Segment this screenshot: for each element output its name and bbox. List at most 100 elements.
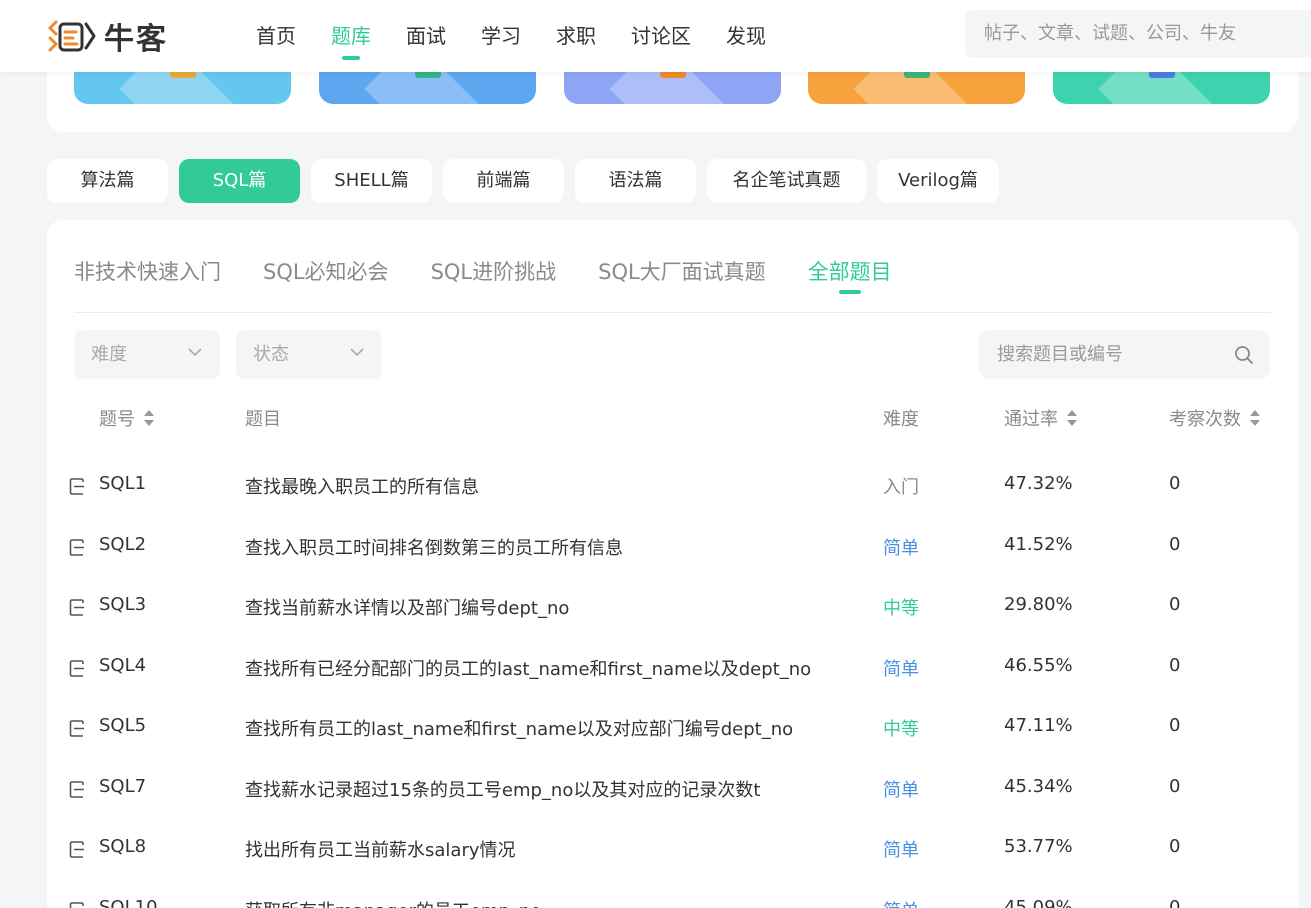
question-number: SQL8 <box>99 836 147 857</box>
question-title[interactable]: 查找入职员工时间排名倒数第三的员工所有信息 <box>245 534 623 560</box>
category-algorithm[interactable]: 算法篇 <box>47 159 168 203</box>
tab-all-questions[interactable]: 全部题目 <box>808 256 892 294</box>
tab-sql-must-know[interactable]: SQL必知必会 <box>263 256 389 292</box>
exam-count: 0 <box>1169 836 1181 857</box>
sort-icon[interactable] <box>1249 409 1261 427</box>
pass-rate: 45.34% <box>1004 775 1073 797</box>
exam-count: 0 <box>1169 896 1181 908</box>
chevron-down-icon <box>350 348 364 357</box>
difficulty-label: 简单 <box>883 537 919 559</box>
exam-count: 0 <box>1169 775 1181 797</box>
document-icon <box>69 720 84 737</box>
document-icon <box>69 538 84 556</box>
header-exam-count[interactable]: 考察次数 <box>1169 405 1261 431</box>
question-number: SQL5 <box>99 715 147 736</box>
exam-count: 0 <box>1169 533 1181 555</box>
table-row[interactable]: SQL8 找出所有员工当前薪水salary情况 简单 53.77% 0 <box>47 819 1298 879</box>
pass-rate: 46.55% <box>1004 654 1073 676</box>
difficulty-label: 入门 <box>883 477 919 498</box>
logo-mark-icon <box>48 20 96 52</box>
header-number[interactable]: 题号 <box>99 405 155 431</box>
question-title[interactable]: 查找所有已经分配部门的员工的last_name和first_name以及dept… <box>245 655 811 681</box>
header-title-label: 题目 <box>245 409 281 430</box>
document-icon <box>69 478 84 495</box>
tab-non-tech-intro[interactable]: 非技术快速入门 <box>74 256 221 292</box>
question-number: SQL1 <box>99 473 147 494</box>
difficulty-label: 中等 <box>883 719 919 740</box>
table-row[interactable]: SQL10 获取所有非manager的员工emp_no 简单 45.09% 0 <box>47 880 1298 908</box>
question-title[interactable]: 查找最晚入职员工的所有信息 <box>245 473 479 499</box>
pass-rate: 47.32% <box>1004 473 1073 494</box>
header-pass-rate[interactable]: 通过率 <box>1004 405 1078 431</box>
nav-discussion[interactable]: 讨论区 <box>631 0 691 72</box>
status-select-label: 状态 <box>253 344 289 365</box>
exam-count: 0 <box>1169 715 1181 736</box>
difficulty-label: 简单 <box>883 658 919 680</box>
question-title[interactable]: 获取所有非manager的员工emp_no <box>245 897 541 908</box>
document-icon <box>69 901 84 908</box>
nav-jobs[interactable]: 求职 <box>556 0 596 72</box>
nav-learn[interactable]: 学习 <box>481 0 521 72</box>
question-title[interactable]: 查找当前薪水详情以及部门编号dept_no <box>245 594 569 620</box>
table-row[interactable]: SQL2 查找入职员工时间排名倒数第三的员工所有信息 简单 41.52% 0 <box>47 517 1298 577</box>
question-number: SQL3 <box>99 594 147 615</box>
sort-icon[interactable] <box>1066 409 1078 427</box>
question-number: SQL2 <box>99 533 147 555</box>
category-sql[interactable]: SQL篇 <box>179 159 300 203</box>
pass-rate: 47.11% <box>1004 715 1073 736</box>
question-number: SQL10 <box>99 896 158 908</box>
difficulty-label: 中等 <box>883 598 919 619</box>
sub-tabs: 非技术快速入门 SQL必知必会 SQL进阶挑战 SQL大厂面试真题 全部题目 <box>74 256 1271 313</box>
table-row[interactable]: SQL7 查找薪水记录超过15条的员工号emp_no以及其对应的记录次数t 简单 45… <box>47 759 1298 819</box>
table-row[interactable]: SQL5 查找所有员工的last_name和first_name以及对应部门编号d… <box>47 698 1298 758</box>
nav-interview[interactable]: 面试 <box>406 0 446 72</box>
exam-count: 0 <box>1169 594 1181 615</box>
status-select[interactable]: 状态 <box>236 330 382 379</box>
table-row[interactable]: SQL4 查找所有已经分配部门的员工的last_name和first_name以及… <box>47 638 1298 698</box>
question-search-placeholder: 搜索题目或编号 <box>997 344 1123 365</box>
question-title[interactable]: 查找薪水记录超过15条的员工号emp_no以及其对应的记录次数t <box>245 776 760 802</box>
question-title[interactable]: 查找所有员工的last_name和first_name以及对应部门编号dept_… <box>245 715 793 741</box>
tab-sql-big-company[interactable]: SQL大厂面试真题 <box>598 256 766 292</box>
category-verilog[interactable]: Verilog篇 <box>877 159 999 203</box>
table-row[interactable]: SQL3 查找当前薪水详情以及部门编号dept_no 中等 29.80% 0 <box>47 577 1298 637</box>
question-search-input[interactable]: 搜索题目或编号 <box>979 330 1270 379</box>
difficulty-select[interactable]: 难度 <box>74 330 220 379</box>
table-row[interactable]: SQL1 查找最晚入职员工的所有信息 入门 47.32% 0 <box>47 456 1298 516</box>
sort-icon[interactable] <box>143 409 155 427</box>
exam-count: 0 <box>1169 473 1181 494</box>
category-shell[interactable]: SHELL篇 <box>311 159 432 203</box>
nav-home[interactable]: 首页 <box>256 0 296 72</box>
tab-sql-advanced[interactable]: SQL进阶挑战 <box>431 256 557 292</box>
nav-discover[interactable]: 发现 <box>726 0 766 72</box>
header-difficulty-label: 难度 <box>883 409 919 430</box>
document-icon <box>69 659 84 677</box>
question-number: SQL7 <box>99 775 147 797</box>
chevron-down-icon <box>188 348 202 357</box>
document-icon <box>69 780 84 798</box>
header-difficulty: 难度 <box>883 405 919 431</box>
nav-question-bank[interactable]: 题库 <box>331 0 371 72</box>
nowcoder-logo[interactable]: 牛客 <box>46 14 168 58</box>
top-header: 牛客 首页 题库 面试 学习 求职 讨论区 发现 帖子、文章、试题、公司、牛友 <box>0 0 1311 72</box>
question-title[interactable]: 找出所有员工当前薪水salary情况 <box>245 836 516 862</box>
header-pass-rate-label: 通过率 <box>1004 409 1058 430</box>
search-icon[interactable] <box>1234 345 1254 365</box>
header-exam-count-label: 考察次数 <box>1169 409 1241 430</box>
document-icon <box>69 841 84 858</box>
category-tabs: 算法篇 SQL篇 SHELL篇 前端篇 语法篇 名企笔试真题 Verilog篇 <box>47 159 1010 203</box>
logo-text: 牛客 <box>104 22 168 57</box>
category-company-exams[interactable]: 名企笔试真题 <box>707 159 866 203</box>
question-list-panel: 非技术快速入门 SQL必知必会 SQL进阶挑战 SQL大厂面试真题 全部题目 难… <box>47 220 1298 908</box>
global-search-input[interactable]: 帖子、文章、试题、公司、牛友 <box>965 10 1311 58</box>
document-icon <box>69 599 84 616</box>
difficulty-label: 简单 <box>883 840 919 861</box>
difficulty-select-label: 难度 <box>91 344 127 365</box>
pass-rate: 41.52% <box>1004 533 1073 555</box>
question-number: SQL4 <box>99 654 147 676</box>
category-syntax[interactable]: 语法篇 <box>575 159 696 203</box>
pass-rate: 53.77% <box>1004 836 1073 857</box>
difficulty-label: 简单 <box>883 779 919 801</box>
header-title: 题目 <box>245 405 281 431</box>
category-frontend[interactable]: 前端篇 <box>443 159 564 203</box>
